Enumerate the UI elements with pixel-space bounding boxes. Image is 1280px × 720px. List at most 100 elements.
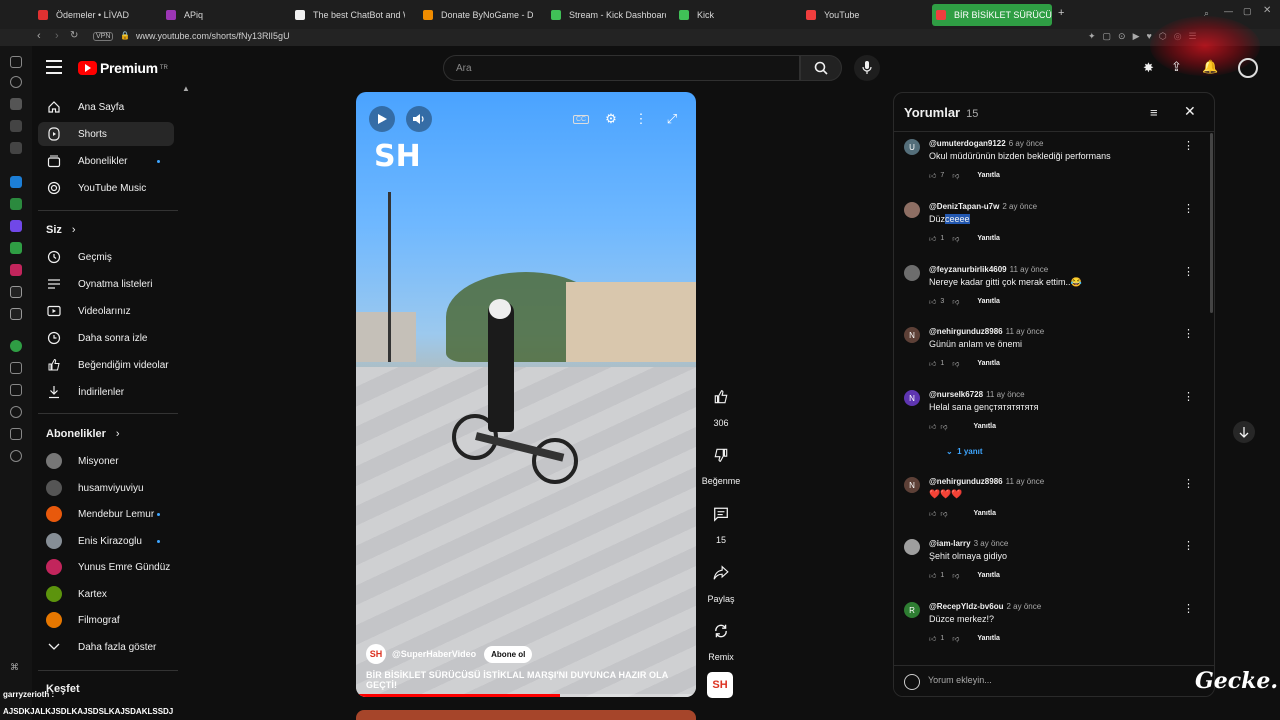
thumbs-up-icon[interactable]: 👍︎ (929, 359, 936, 368)
strip-app-icon[interactable] (10, 176, 22, 188)
comment-menu-icon[interactable]: ⋮ (1183, 390, 1194, 403)
sidebar-item-subscription[interactable]: Misyoner (38, 449, 174, 473)
scroll-up-icon[interactable]: ▲ (182, 84, 190, 93)
comment-author[interactable]: @RecepYldz-bv6ou 2 ay önce (929, 602, 1041, 611)
share-button[interactable] (704, 556, 738, 590)
strip-app-icon[interactable] (10, 120, 22, 132)
forward-icon[interactable]: › (55, 30, 59, 42)
strip-app-icon[interactable] (10, 198, 22, 210)
strip-whatsapp-icon[interactable] (10, 242, 22, 254)
thumbs-down-icon[interactable]: 👎︎ (952, 234, 959, 243)
strip-history-icon[interactable] (10, 76, 22, 88)
comment-avatar[interactable] (904, 202, 920, 218)
progress-bar[interactable] (356, 694, 696, 697)
strip-app-icon[interactable] (10, 98, 22, 110)
sidebar-item-subscription[interactable]: Kartex (38, 582, 174, 606)
browser-tab[interactable]: Ödemeler • LİVAD (38, 4, 158, 26)
sidebar-item-playlists[interactable]: Oynatma listeleri (38, 272, 174, 296)
notifications-icon[interactable]: 🔔 (1202, 59, 1218, 75)
comment-avatar[interactable] (904, 265, 920, 281)
strip-spotify-icon[interactable] (10, 340, 22, 352)
thumbs-up-icon[interactable]: 👍︎ (929, 171, 936, 180)
comment-menu-icon[interactable]: ⋮ (1183, 477, 1194, 490)
like-action[interactable]: 306 (703, 380, 739, 428)
sidebar-item-your-videos[interactable]: Videolarınız (38, 299, 174, 323)
sidebar-item-history[interactable]: Geçmiş (38, 245, 174, 269)
comment-menu-icon[interactable]: ⋮ (1183, 139, 1194, 152)
reply-button[interactable]: Yanıtla (973, 423, 996, 430)
thumbs-down-icon[interactable]: 👎︎ (952, 571, 959, 580)
comment-author[interactable]: @iam-larry 3 ay önce (929, 539, 1008, 548)
sidebar-item-subscription[interactable]: Filmograf (38, 608, 174, 632)
browser-tab[interactable]: Donate ByNoGame - Don (423, 4, 533, 26)
account-avatar[interactable] (1238, 58, 1258, 78)
comment-avatar[interactable]: U (904, 139, 920, 155)
strip-cube-icon[interactable] (10, 428, 22, 440)
reply-button[interactable]: Yanıtla (973, 510, 996, 517)
comments-scrollbar[interactable] (1210, 133, 1213, 313)
strip-heart-icon[interactable] (10, 362, 22, 374)
comment-menu-icon[interactable]: ⋮ (1183, 327, 1194, 340)
comment-avatar[interactable]: N (904, 477, 920, 493)
reply-button[interactable]: Yanıtla (977, 172, 1000, 179)
sidebar-item-subscription[interactable]: Mendebur Lemur (38, 502, 174, 526)
browser-tab[interactable]: Kick (679, 4, 789, 26)
sidebar-item-home[interactable]: Ana Sayfa (38, 95, 174, 119)
comments-button[interactable] (704, 497, 738, 531)
more-options-icon[interactable]: ⋮ (628, 106, 654, 132)
strip-instagram-icon[interactable] (10, 264, 22, 276)
reply-button[interactable]: Yanıtla (977, 572, 1000, 579)
minimize-icon[interactable]: — (1224, 6, 1233, 16)
browser-tab[interactable]: YouTube (806, 4, 916, 26)
strip-clock-icon[interactable] (10, 406, 22, 418)
thumbs-down-icon[interactable]: 👎︎ (952, 634, 959, 643)
sidebar-item-shorts[interactable]: Shorts (38, 122, 174, 146)
create-icon[interactable]: ⇪ (1171, 59, 1182, 75)
thumbs-up-icon[interactable]: 👍︎ (929, 297, 936, 306)
subscribe-button[interactable]: Abone ol (484, 645, 533, 663)
extension-icon[interactable]: ✸ (1143, 60, 1154, 76)
thumbs-down-icon[interactable]: 👎︎ (940, 422, 947, 431)
remix-button[interactable] (704, 614, 738, 648)
sidebar-item-subscription[interactable]: Enis Kirazoglu (38, 529, 174, 553)
comment-input[interactable]: Yorum ekleyin... (928, 675, 992, 685)
browser-tab[interactable]: APiq (166, 4, 276, 26)
comment-avatar[interactable]: N (904, 327, 920, 343)
comment-author[interactable]: @DenizTapan-u7w 2 ay önce (929, 202, 1037, 211)
browser-tab[interactable]: The best ChatBot and W (295, 4, 405, 26)
show-more-button[interactable]: Daha fazla göster (38, 635, 174, 659)
sidebar-item-liked[interactable]: Beğendiğim videolar (38, 353, 174, 377)
sort-icon[interactable]: ≡ (1150, 105, 1158, 120)
comment-author[interactable]: @nehirgunduz8986 11 ay önce (929, 477, 1044, 486)
browser-tab-active[interactable]: BİR BİSİKLET SÜRÜCÜSÜ (932, 4, 1052, 26)
reply-button[interactable]: Yanıtla (977, 635, 1000, 642)
thumbs-up-icon[interactable]: 👍︎ (929, 422, 936, 431)
strip-panel-icon[interactable] (10, 56, 22, 68)
strip-pin-icon[interactable] (10, 384, 22, 396)
comment-menu-icon[interactable]: ⋮ (1183, 602, 1194, 615)
thumbs-up-icon[interactable]: 👍︎ (929, 634, 936, 643)
comment-author[interactable]: @nehirgunduz8986 11 ay önce (929, 327, 1044, 336)
comment-menu-icon[interactable]: ⋮ (1183, 539, 1194, 552)
sidebar-item-watch-later[interactable]: Daha sonra izle (38, 326, 174, 350)
strip-tiktok-icon[interactable] (10, 286, 22, 298)
strip-app-icon[interactable] (10, 142, 22, 154)
remix-action[interactable]: Remix (703, 614, 739, 662)
comment-menu-icon[interactable]: ⋮ (1183, 202, 1194, 215)
section-subscriptions[interactable]: Abonelikler › (46, 428, 120, 440)
video-title[interactable]: BİR BİSİKLET SÜRÜCÜSÜ İSTİKLAL MARŞI'NI … (366, 670, 696, 690)
play-button[interactable] (369, 106, 395, 132)
share-action[interactable]: Paylaş (703, 556, 739, 604)
scroll-down-button[interactable] (1233, 421, 1255, 443)
comment-author[interactable]: @umuterdogan9122 6 ay önce (929, 139, 1043, 148)
thumbs-up-icon[interactable]: 👍︎ (929, 234, 936, 243)
search-button[interactable] (800, 55, 842, 81)
comment-avatar[interactable]: R (904, 602, 920, 618)
thumbs-down-icon[interactable]: 👎︎ (952, 359, 959, 368)
url-field[interactable]: www.youtube.com/shorts/fNy13RlI5gU (136, 31, 290, 41)
reply-button[interactable]: Yanıtla (977, 298, 1000, 305)
comment-author[interactable]: @feyzanurbirlik4609 11 ay önce (929, 265, 1048, 274)
reload-icon[interactable]: ↻ (70, 30, 78, 41)
comment-author[interactable]: @nurselk6728 11 ay önce (929, 390, 1025, 399)
channel-avatar[interactable]: SH (366, 644, 386, 664)
